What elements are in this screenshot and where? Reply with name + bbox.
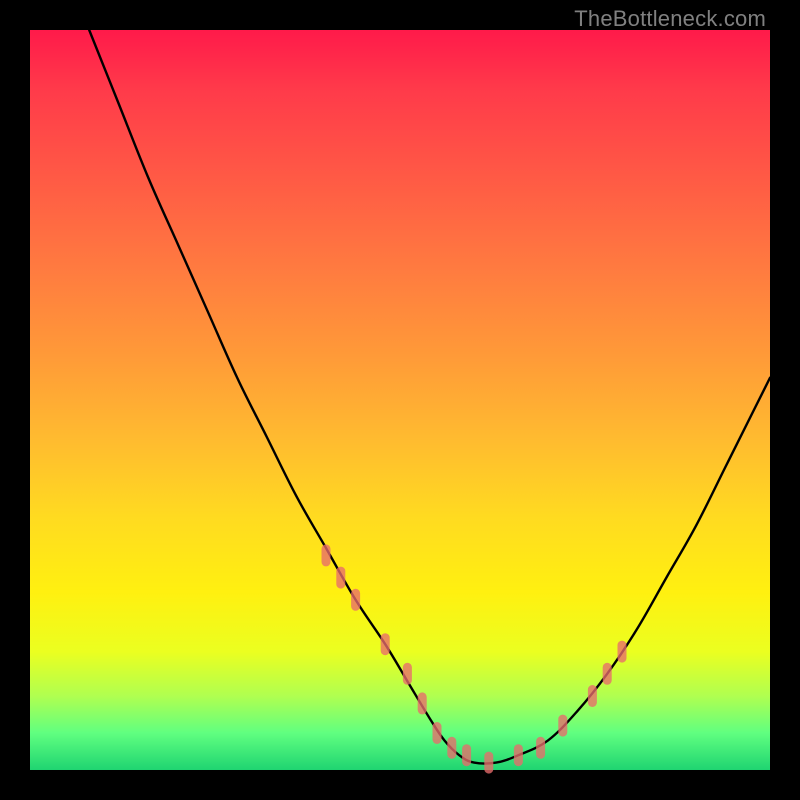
marker-dot	[322, 544, 331, 566]
plot-area	[30, 30, 770, 770]
marker-dot	[381, 633, 390, 655]
watermark-text: TheBottleneck.com	[574, 6, 766, 32]
marker-dot	[403, 663, 412, 685]
marker-dot	[462, 744, 471, 766]
bottleneck-curve	[89, 30, 770, 764]
chart-frame: TheBottleneck.com	[0, 0, 800, 800]
marker-dot	[484, 752, 493, 774]
marker-dot	[558, 715, 567, 737]
marker-dot	[588, 685, 597, 707]
marker-dot	[536, 737, 545, 759]
marker-dot	[336, 567, 345, 589]
marker-dot	[418, 692, 427, 714]
chart-svg	[30, 30, 770, 770]
marker-dot	[603, 663, 612, 685]
marker-dot	[618, 641, 627, 663]
marker-dot	[447, 737, 456, 759]
marker-dot	[514, 744, 523, 766]
marker-group	[322, 544, 627, 773]
marker-dot	[351, 589, 360, 611]
marker-dot	[433, 722, 442, 744]
